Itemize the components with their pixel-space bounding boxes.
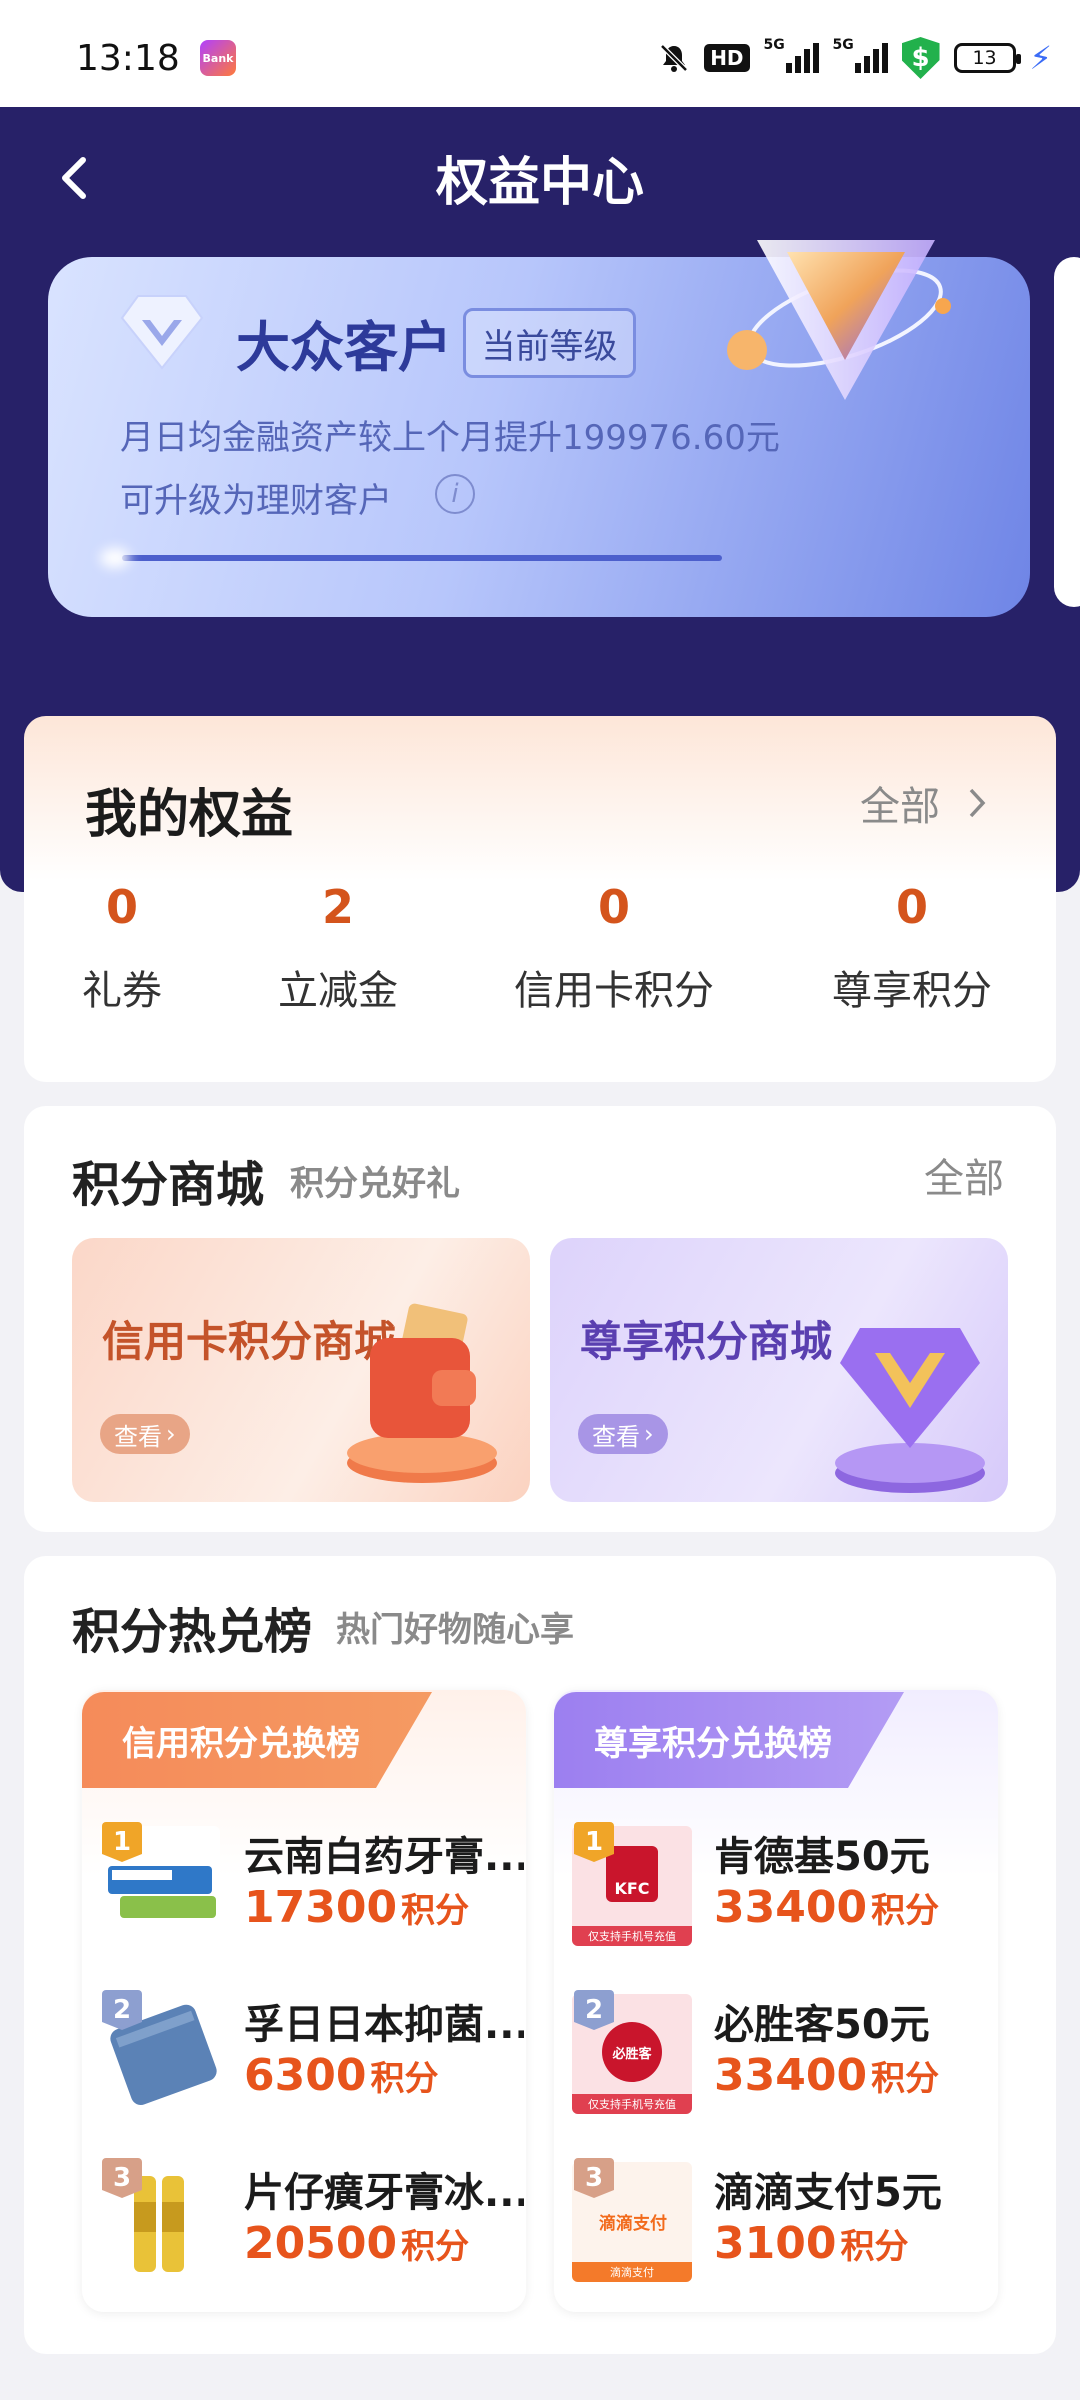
stat-value: 0 <box>895 880 928 934</box>
view-button[interactable]: 查看 › <box>100 1414 190 1454</box>
tile-title: 尊享积分商城 <box>580 1317 833 1366</box>
battery-icon: 13 <box>953 43 1021 73</box>
item-points: 3100 积分 <box>714 2218 909 2269</box>
stat-value: 2 <box>321 880 354 934</box>
premium-mall-tile[interactable]: 尊享积分商城 查看 › <box>550 1238 1008 1502</box>
stat-label: 信用卡积分 <box>514 968 714 1014</box>
hd-icon: HD <box>704 44 750 72</box>
signal-1-icon: 5G <box>764 37 819 73</box>
upgrade-target: 可升级为理财客户 <box>120 481 392 521</box>
stat-label: 礼券 <box>82 968 162 1014</box>
view-button[interactable]: 查看 › <box>578 1414 668 1454</box>
item-points: 20500 积分 <box>244 2218 470 2269</box>
list-item[interactable]: KFC 仅支持手机号充值 1 肯德基50元 33400 积分 <box>572 1822 1012 1962</box>
v-emblem-icon <box>715 230 955 420</box>
item-name: 孚日日本抑菌... <box>244 2002 524 2048</box>
security-shield-icon: $ <box>901 37 940 79</box>
stat-label: 立减金 <box>278 968 398 1014</box>
stat-credit-card-points[interactable]: 0 信用卡积分 <box>499 880 729 1016</box>
stat-value: 0 <box>105 880 138 934</box>
item-points: 33400 积分 <box>714 2050 940 2101</box>
rank-badge: 2 <box>574 1990 614 2030</box>
my-rights-title: 我的权益 <box>85 785 294 845</box>
item-name: 肯德基50元 <box>714 1834 930 1880</box>
purple-gem-icon <box>830 1308 1000 1498</box>
item-points: 33400 积分 <box>714 1882 940 1933</box>
points-mall-subtitle: 积分兑好礼 <box>290 1164 460 1204</box>
list-item[interactable]: 必胜客 仅支持手机号充值 2 必胜客50元 33400 积分 <box>572 1990 1012 2130</box>
stat-value: 0 <box>597 880 630 934</box>
chevron-right-icon <box>967 784 987 830</box>
item-points: 6300 积分 <box>244 2050 439 2101</box>
stat-instant-discount[interactable]: 2 立减金 <box>238 880 438 1016</box>
progress-bar <box>122 555 722 561</box>
stat-label: 尊享积分 <box>832 968 992 1014</box>
credit-card-mall-tile[interactable]: 信用卡积分商城 查看 › <box>72 1238 530 1502</box>
list-item[interactable]: 1 云南白药牙膏... 17300 积分 <box>100 1822 524 1962</box>
item-points: 17300 积分 <box>244 1882 470 1933</box>
item-name: 必胜客50元 <box>714 2002 930 2048</box>
page-title: 权益中心 <box>435 153 644 213</box>
hot-exchange-title: 积分热兑榜 <box>72 1604 313 1660</box>
mute-bell-icon <box>658 42 690 74</box>
list-item[interactable]: 3 片仔癀牙膏冰... 20500 积分 <box>100 2158 524 2298</box>
charging-bolt-icon: ⚡ <box>1029 39 1052 77</box>
wallet-icon <box>342 1298 512 1488</box>
progress-glow <box>100 548 130 568</box>
next-tier-card-peek[interactable] <box>1054 257 1080 607</box>
rank-badge: 1 <box>574 1822 614 1862</box>
my-rights-all-link[interactable]: 全部 <box>860 774 987 832</box>
all-label: 全部 <box>860 784 940 830</box>
signal-2-icon: 5G <box>833 37 888 73</box>
item-name: 滴滴支付5元 <box>714 2170 942 2216</box>
premium-ranking-ribbon: 尊享积分兑换榜 <box>554 1692 904 1788</box>
list-item[interactable]: 2 孚日日本抑菌... 6300 积分 <box>100 1990 524 2130</box>
status-time: 13:18 <box>76 38 180 79</box>
stat-coupons[interactable]: 0 礼券 <box>22 880 222 1016</box>
rank-badge: 3 <box>574 2158 614 2198</box>
app-icon: Bank <box>200 40 236 76</box>
list-item[interactable]: 滴滴支付 滴滴支付 3 滴滴支付5元 3100 积分 <box>572 2158 1012 2298</box>
current-tier-badge: 当前等级 <box>463 308 636 378</box>
item-name: 片仔癀牙膏冰... <box>244 2170 524 2216</box>
info-icon[interactable]: i <box>435 474 475 514</box>
points-mall-all-link[interactable]: 全部 <box>924 1146 1004 1204</box>
status-icons: HD 5G 5G $ 13 ⚡ <box>658 36 1052 80</box>
rank-badge: 2 <box>102 1990 142 2030</box>
item-name: 云南白药牙膏... <box>244 1834 524 1880</box>
rank-badge: 3 <box>102 2158 142 2198</box>
rank-badge: 1 <box>102 1822 142 1862</box>
upgrade-description: 月日均金融资产较上个月提升199976.60元 <box>120 418 780 458</box>
diamond-icon <box>120 290 204 372</box>
hot-exchange-subtitle: 热门好物随心享 <box>336 1610 574 1650</box>
tier-name: 大众客户 <box>236 316 452 379</box>
stat-premium-points[interactable]: 0 尊享积分 <box>812 880 1012 1016</box>
credit-ranking-ribbon: 信用积分兑换榜 <box>82 1692 432 1788</box>
points-mall-title: 积分商城 <box>72 1157 265 1213</box>
